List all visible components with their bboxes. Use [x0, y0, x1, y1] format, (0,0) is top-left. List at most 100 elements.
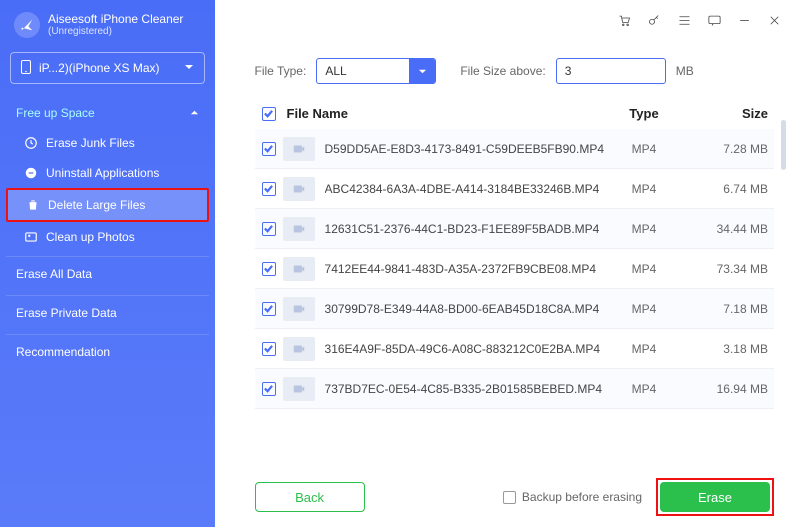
section-label: Recommendation: [16, 345, 110, 359]
file-type-select[interactable]: ALL: [316, 58, 436, 84]
file-name: 316E4A9F-85DA-49C6-A08C-883212C0E2BA.MP4: [325, 342, 601, 356]
row-checkbox[interactable]: [262, 382, 276, 396]
trash-icon: [26, 198, 40, 212]
menu-icon[interactable]: [676, 12, 692, 28]
file-type-label: File Type:: [255, 64, 307, 78]
erase-highlight: Erase: [656, 478, 774, 516]
sidebar-item-delete-large[interactable]: Delete Large Files: [6, 188, 209, 222]
scrollbar-thumb[interactable]: [781, 120, 786, 170]
file-type-value: ALL: [317, 64, 409, 78]
file-type: MP4: [604, 142, 684, 156]
row-checkbox[interactable]: [262, 342, 276, 356]
file-type: MP4: [604, 222, 684, 236]
chevron-down-icon: [184, 61, 194, 75]
table-row: 12631C51-2376-44C1-BD23-F1EE89F5BADB.MP4…: [255, 209, 774, 249]
file-name: 12631C51-2376-44C1-BD23-F1EE89F5BADB.MP4: [325, 222, 600, 236]
section-recommendation[interactable]: Recommendation: [6, 334, 209, 369]
file-size-label: File Size above:: [460, 64, 545, 78]
dropdown-icon: [409, 59, 435, 83]
section-label: Erase All Data: [16, 267, 92, 281]
row-checkbox[interactable]: [262, 262, 276, 276]
sidebar-item-uninstall[interactable]: Uninstall Applications: [6, 158, 209, 188]
table-header: File Name Type Size: [215, 96, 800, 129]
app-logo: [14, 12, 40, 38]
section-label: Erase Private Data: [16, 306, 117, 320]
back-button[interactable]: Back: [255, 482, 365, 512]
file-name-cell: 737BD7EC-0E54-4C85-B335-2B01585BEBED.MP4: [283, 377, 604, 401]
section-erase-all[interactable]: Erase All Data: [6, 256, 209, 291]
file-type: MP4: [604, 382, 684, 396]
register-status: (Unregistered): [48, 26, 183, 37]
video-thumb-icon: [283, 217, 315, 241]
video-thumb-icon: [283, 377, 315, 401]
app-subtitle: Cleaner: [141, 12, 183, 26]
key-icon[interactable]: [646, 12, 662, 28]
column-size: Size: [684, 106, 774, 121]
uninstall-icon: [24, 166, 38, 180]
table-row: 7412EE44-9841-483D-A35A-2372FB9CBE08.MP4…: [255, 249, 774, 289]
row-checkbox[interactable]: [262, 142, 276, 156]
titlebar: [215, 0, 800, 40]
main-panel: File Type: ALL File Size above: 3 MB Fil…: [215, 0, 800, 527]
file-name-cell: 316E4A9F-85DA-49C6-A08C-883212C0E2BA.MP4: [283, 337, 604, 361]
sidebar-item-label: Uninstall Applications: [46, 166, 159, 180]
chevron-up-icon: [190, 106, 199, 120]
file-name: 737BD7EC-0E54-4C85-B335-2B01585BEBED.MP4: [325, 382, 603, 396]
clock-icon: [24, 136, 38, 150]
sidebar-item-label: Delete Large Files: [48, 198, 145, 212]
backup-checkbox[interactable]: [503, 491, 516, 504]
phone-icon: [21, 60, 31, 77]
erase-button[interactable]: Erase: [660, 482, 770, 512]
brand-block: Aiseesoft iPhone Cleaner (Unregistered): [6, 0, 209, 52]
table-row: 316E4A9F-85DA-49C6-A08C-883212C0E2BA.MP4…: [255, 329, 774, 369]
section-erase-private[interactable]: Erase Private Data: [6, 295, 209, 330]
select-all-checkbox[interactable]: [262, 107, 276, 121]
footer-bar: Back Backup before erasing Erase: [215, 467, 800, 527]
close-icon[interactable]: [766, 12, 782, 28]
app-title: Aiseesoft iPhone: [48, 12, 138, 26]
row-checkbox[interactable]: [262, 302, 276, 316]
sidebar-item-label: Erase Junk Files: [46, 136, 135, 150]
scrollbar[interactable]: [781, 120, 786, 420]
section-label: Free up Space: [16, 106, 95, 120]
file-name: 30799D78-E349-44A8-BD00-6EAB45D18C8A.MP4: [325, 302, 600, 316]
file-size: 7.28 MB: [684, 142, 774, 156]
file-name-cell: 30799D78-E349-44A8-BD00-6EAB45D18C8A.MP4: [283, 297, 604, 321]
file-name-cell: 12631C51-2376-44C1-BD23-F1EE89F5BADB.MP4: [283, 217, 604, 241]
column-name: File Name: [283, 106, 604, 121]
minimize-icon[interactable]: [736, 12, 752, 28]
file-size: 3.18 MB: [684, 342, 774, 356]
file-list: D59DD5AE-E8D3-4173-8491-C59DEEB5FB90.MP4…: [215, 129, 800, 467]
file-type: MP4: [604, 262, 684, 276]
video-thumb-icon: [283, 177, 315, 201]
section-free-up-space[interactable]: Free up Space: [6, 98, 209, 128]
file-name: ABC42384-6A3A-4DBE-A414-3184BE33246B.MP4: [325, 182, 600, 196]
file-name: 7412EE44-9841-483D-A35A-2372FB9CBE08.MP4: [325, 262, 597, 276]
sidebar-item-erase-junk[interactable]: Erase Junk Files: [6, 128, 209, 158]
file-name-cell: D59DD5AE-E8D3-4173-8491-C59DEEB5FB90.MP4: [283, 137, 604, 161]
file-size-unit: MB: [676, 64, 694, 78]
file-size: 73.34 MB: [684, 262, 774, 276]
row-checkbox[interactable]: [262, 182, 276, 196]
file-size: 16.94 MB: [684, 382, 774, 396]
file-size-input[interactable]: 3: [556, 58, 666, 84]
file-type: MP4: [604, 342, 684, 356]
sidebar: Aiseesoft iPhone Cleaner (Unregistered) …: [0, 0, 215, 527]
sidebar-item-clean-photos[interactable]: Clean up Photos: [6, 222, 209, 252]
file-name-cell: 7412EE44-9841-483D-A35A-2372FB9CBE08.MP4: [283, 257, 604, 281]
file-name-cell: ABC42384-6A3A-4DBE-A414-3184BE33246B.MP4: [283, 177, 604, 201]
cart-icon[interactable]: [616, 12, 632, 28]
video-thumb-icon: [283, 257, 315, 281]
video-thumb-icon: [283, 297, 315, 321]
file-size: 6.74 MB: [684, 182, 774, 196]
backup-option[interactable]: Backup before erasing: [503, 490, 642, 504]
video-thumb-icon: [283, 337, 315, 361]
table-row: ABC42384-6A3A-4DBE-A414-3184BE33246B.MP4…: [255, 169, 774, 209]
video-thumb-icon: [283, 137, 315, 161]
file-size: 7.18 MB: [684, 302, 774, 316]
device-selector[interactable]: iP...2)(iPhone XS Max): [10, 52, 205, 84]
feedback-icon[interactable]: [706, 12, 722, 28]
filter-bar: File Type: ALL File Size above: 3 MB: [215, 40, 800, 96]
table-row: 30799D78-E349-44A8-BD00-6EAB45D18C8A.MP4…: [255, 289, 774, 329]
row-checkbox[interactable]: [262, 222, 276, 236]
